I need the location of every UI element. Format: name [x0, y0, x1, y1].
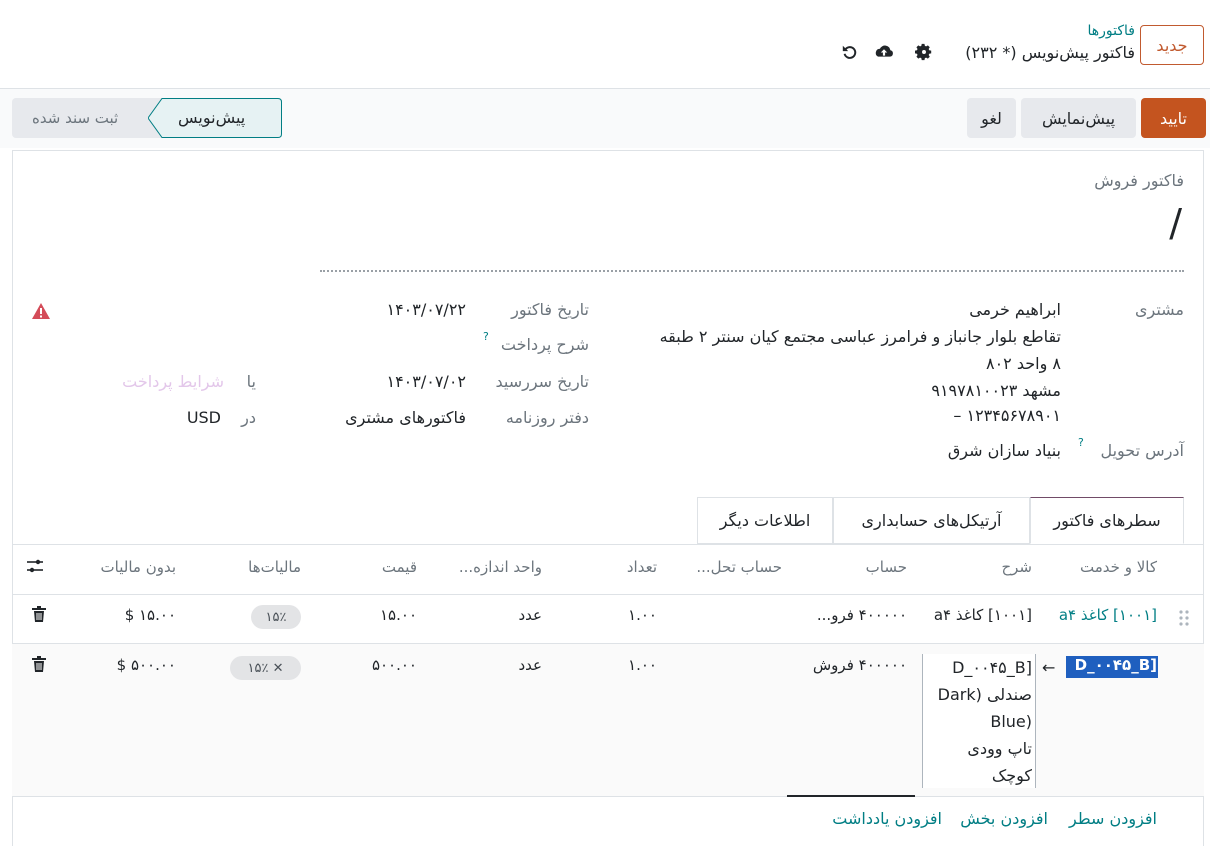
customer-address-line1: تقاطع بلوار جانباز و فرامرز عباسی مجتمع … — [659, 327, 1061, 346]
journal-value[interactable]: فاکتورهای مشتری — [345, 408, 466, 427]
row2-account[interactable]: ۴۰۰۰۰۰ فروش — [813, 656, 907, 674]
row2-trash-icon[interactable] — [32, 656, 48, 674]
add-section-link[interactable]: افزودن بخش — [960, 809, 1048, 828]
row1-price[interactable]: ۱۵.۰۰ — [380, 606, 417, 624]
cancel-button[interactable]: لغو — [967, 98, 1016, 138]
invoice-number: / — [1169, 201, 1182, 245]
status-draft-label: پیش‌نویس — [178, 108, 246, 127]
row1-subtotal: ۱۵.۰۰ $ — [124, 606, 176, 624]
col-subtotal[interactable]: بدون مالیات — [101, 558, 176, 576]
tab-invoice-lines[interactable]: سطرهای فاکتور — [1030, 497, 1184, 544]
row2-quantity[interactable]: ۱.۰۰ — [628, 656, 657, 674]
cloud-upload-icon[interactable] — [872, 40, 896, 64]
payment-terms-placeholder[interactable]: شرایط پرداخت — [122, 372, 224, 391]
row1-tax-badge[interactable]: ۱۵٪ — [251, 605, 301, 629]
row2-description-text[interactable]: [D_۰۰۴۵_B صندلی (Dark (Blue تاپ وودی کوچ… — [938, 654, 1032, 789]
row1-description[interactable]: [۱۰۰۱] کاغذ a۴ — [934, 606, 1032, 624]
customer-label: مشتری — [1134, 300, 1184, 319]
delivery-address-label: آدرس تحویل — [1100, 441, 1184, 460]
customer-name[interactable]: ابراهیم خرمی — [969, 300, 1061, 319]
row2-tax-label: ۱۵٪ — [247, 660, 269, 676]
title-underline — [320, 270, 1184, 272]
internal-link-arrow-icon[interactable]: ← — [1042, 658, 1055, 677]
row2-subtotal: ۵۰۰.۰۰ $ — [116, 656, 176, 674]
row1-product[interactable]: [۱۰۰۱] کاغذ a۴ — [1059, 606, 1157, 624]
discard-undo-icon[interactable] — [838, 40, 862, 64]
customer-address-line4: ۱۲۳۴۵۶۷۸۹۰۱ – — [953, 406, 1061, 425]
column-resize-indicator — [787, 795, 915, 797]
add-line-link[interactable]: افزودن سطر — [1069, 809, 1157, 828]
record-title: فاکتور پیش‌نویس (* ۲۳۲) — [965, 43, 1135, 62]
journal-label: دفتر روزنامه — [505, 408, 589, 427]
col-taxes[interactable]: مالیات‌ها — [248, 558, 301, 576]
row2-uom[interactable]: عدد — [518, 656, 542, 674]
col-account[interactable]: حساب — [866, 558, 907, 576]
row2-description-line5: کوچک — [991, 766, 1032, 785]
tabs-baseline — [12, 544, 1204, 545]
col-product[interactable]: کالا و خدمت — [1080, 558, 1157, 576]
optional-columns-icon[interactable] — [26, 558, 44, 578]
customer-address-line3: مشهد ۹۱۹۷۸۱۰۰۲۳ — [931, 381, 1061, 400]
col-price[interactable]: قیمت — [382, 558, 417, 576]
invoice-date-label: تاریخ فاکتور — [511, 300, 589, 319]
row-divider — [12, 796, 1204, 797]
row2-description-line4: تاپ وودی — [967, 739, 1032, 758]
invoice-type-label: فاکتور فروش — [1094, 171, 1184, 190]
row1-trash-icon[interactable] — [32, 606, 48, 624]
new-button[interactable]: جدید — [1140, 25, 1204, 65]
customer-address-line2: ۸ واحد ۸۰۲ — [985, 354, 1061, 373]
row2-description-line3: (Blue — [990, 712, 1032, 731]
delivery-address-value[interactable]: بنیاد سازان شرق — [948, 441, 1061, 460]
row2-price[interactable]: ۵۰۰.۰۰ — [372, 656, 417, 674]
row1-uom[interactable]: عدد — [518, 606, 542, 624]
preview-button[interactable]: پیش‌نمایش — [1021, 98, 1136, 138]
gear-icon[interactable] — [912, 40, 936, 64]
breadcrumb-invoices[interactable]: فاکتورها — [1088, 23, 1136, 39]
payment-reference-label: شرح پرداخت — [500, 335, 589, 354]
col-uom[interactable]: واحد اندازه... — [459, 558, 542, 576]
row2-tax-badge[interactable]: ۱۵٪ ✕ — [230, 656, 301, 680]
or-label: یا — [246, 372, 256, 391]
row2-description-line2: صندلی (Dark — [937, 685, 1032, 704]
row2-description-line1: [D_۰۰۴۵_B — [952, 658, 1032, 677]
row1-tax-label: ۱۵٪ — [265, 609, 287, 625]
delivery-help-icon[interactable]: ? — [1078, 436, 1084, 449]
invoice-date-value[interactable]: ۱۴۰۳/۰۷/۲۲ — [386, 300, 466, 319]
row1-quantity[interactable]: ۱.۰۰ — [628, 606, 657, 624]
add-note-link[interactable]: افزودن یادداشت — [832, 809, 942, 828]
col-analytic[interactable]: حساب تحل... — [696, 558, 782, 576]
status-posted-label: ثبت سند شده — [32, 109, 119, 127]
row2-product-input[interactable]: [D_۰۰۴۵_B — [1075, 656, 1157, 674]
col-description[interactable]: شرح — [1001, 558, 1032, 576]
remove-tax-icon[interactable]: ✕ — [273, 661, 284, 676]
row1-account[interactable]: ۴۰۰۰۰۰ فرو... — [817, 606, 907, 624]
tab-journal-items[interactable]: آرتیکل‌های حسابداری — [833, 497, 1030, 544]
in-label: در — [241, 408, 256, 427]
payment-reference-help-icon[interactable]: ? — [483, 330, 489, 343]
col-quantity[interactable]: تعداد — [627, 558, 657, 576]
currency-value[interactable]: USD — [187, 408, 221, 427]
drag-handle-icon[interactable] — [1178, 609, 1190, 627]
due-date-value[interactable]: ۱۴۰۳/۰۷/۰۲ — [386, 372, 466, 391]
status-draft[interactable]: پیش‌نویس — [148, 98, 282, 138]
confirm-button[interactable]: تایید — [1141, 98, 1206, 138]
tab-other-info[interactable]: اطلاعات دیگر — [697, 497, 833, 544]
warning-icon — [31, 302, 51, 324]
due-date-label: تاریخ سررسید — [495, 372, 589, 391]
